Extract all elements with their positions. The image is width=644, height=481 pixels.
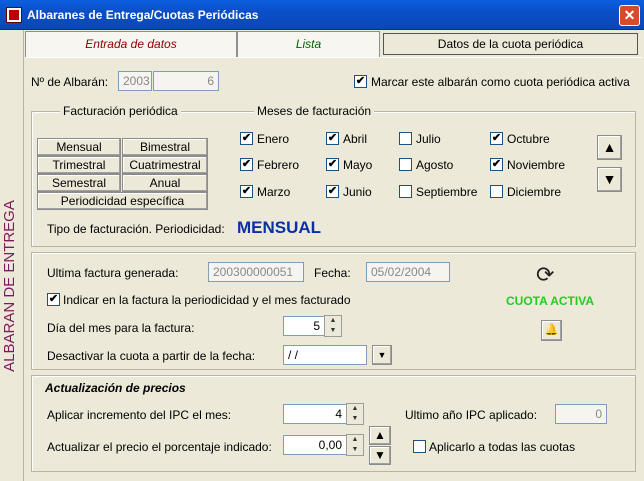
febrero-label: Febrero xyxy=(257,158,300,172)
month-down-button[interactable]: ▼ xyxy=(597,167,622,192)
ipc-spinner[interactable]: ▲ ▼ xyxy=(346,403,364,425)
date-dropdown-button[interactable]: ▼ xyxy=(372,345,392,365)
albaran-label: Nº de Albarán: xyxy=(31,75,109,89)
ultimo-ipc-field: 0 xyxy=(555,404,607,424)
anual-button[interactable]: Anual xyxy=(122,174,208,192)
close-button[interactable]: ✕ xyxy=(619,5,640,26)
enero-label: Enero xyxy=(257,132,290,146)
septiembre-label: Septiembre xyxy=(416,185,478,199)
tab-datos-cuota[interactable]: Datos de la cuota periódica xyxy=(383,33,638,55)
aplicar-todas-label: Aplicarlo a todas las cuotas xyxy=(429,440,576,454)
bimestral-button[interactable]: Bimestral xyxy=(122,138,208,156)
indicar-label: Indicar en la factura la periodicidad y … xyxy=(63,293,351,307)
trimestral-button[interactable]: Trimestral xyxy=(37,156,121,174)
porcentaje-label: Actualizar el precio el porcentaje indic… xyxy=(47,440,272,454)
window-title: Albaranes de Entrega/Cuotas Periódicas xyxy=(27,8,259,22)
tab-lista[interactable]: Lista xyxy=(237,31,380,57)
julio-checkbox[interactable] xyxy=(399,132,412,145)
noviembre-checkbox[interactable]: ✔ xyxy=(490,158,503,171)
agosto-label: Agosto xyxy=(416,158,454,172)
porcentaje-spinner[interactable]: ▲ ▼ xyxy=(346,434,364,456)
marcar-checkbox[interactable]: ✔ xyxy=(354,75,367,88)
desactivar-date-field[interactable]: / / xyxy=(283,345,367,365)
periodicidad-especifica-button[interactable]: Periodicidad específica xyxy=(37,192,208,210)
precios-legend: Actualización de precios xyxy=(45,381,186,395)
septiembre-checkbox[interactable] xyxy=(399,185,412,198)
mensual-button[interactable]: Mensual xyxy=(37,138,121,156)
app-icon xyxy=(6,7,22,23)
porcentaje-up-button[interactable]: ▲ xyxy=(369,426,391,445)
cuatrimestral-button[interactable]: Cuatrimestral xyxy=(122,156,208,174)
octubre-checkbox[interactable]: ✔ xyxy=(490,132,503,145)
junio-checkbox[interactable]: ✔ xyxy=(326,185,339,198)
julio-label: Julio xyxy=(416,132,441,146)
octubre-label: Octubre xyxy=(507,132,550,146)
fecha-field: 05/02/2004 xyxy=(366,262,450,282)
febrero-checkbox[interactable]: ✔ xyxy=(240,158,253,171)
marcar-label: Marcar este albarán como cuota periódica… xyxy=(371,75,630,89)
ipc-field[interactable]: 4 xyxy=(283,404,347,424)
diciembre-label: Diciembre xyxy=(507,185,562,199)
aplicar-todas-checkbox[interactable] xyxy=(413,440,426,453)
abril-checkbox[interactable]: ✔ xyxy=(326,132,339,145)
dia-label: Día del mes para la factura: xyxy=(47,321,195,335)
mayo-label: Mayo xyxy=(343,158,373,172)
porcentaje-field[interactable]: 0,00 xyxy=(283,435,347,455)
semestral-button[interactable]: Semestral xyxy=(37,174,121,192)
tipo-label: Tipo de facturación. Periodicidad: xyxy=(47,222,225,236)
ultima-factura-label: Ultima factura generada: xyxy=(47,266,179,280)
enero-checkbox[interactable]: ✔ xyxy=(240,132,253,145)
title-bar: Albaranes de Entrega/Cuotas Periódicas ✕ xyxy=(0,0,644,30)
diciembre-checkbox[interactable] xyxy=(490,185,503,198)
ipc-label: Aplicar incremento del IPC el mes: xyxy=(47,408,232,422)
tab-entrada-datos[interactable]: Entrada de datos xyxy=(25,31,237,57)
albaran-numero-field: 6 xyxy=(153,71,219,91)
facturacion-legend: Facturación periódica xyxy=(60,104,181,118)
refresh-icon[interactable]: ⟳ xyxy=(536,264,554,286)
desactivar-label: Desactivar la cuota a partir de la fecha… xyxy=(47,349,256,363)
cuota-activa-status: CUOTA ACTIVA xyxy=(506,294,594,308)
bell-icon[interactable]: 🔔 xyxy=(541,320,562,341)
marzo-label: Marzo xyxy=(257,185,291,199)
ultima-factura-field: 200300000051 xyxy=(208,262,304,282)
mayo-checkbox[interactable]: ✔ xyxy=(326,158,339,171)
meses-legend: Meses de facturación xyxy=(254,104,375,118)
dia-field[interactable]: 5 xyxy=(283,316,325,336)
sidebar: ALBARAN DE ENTREGA xyxy=(0,30,24,481)
ultimo-ipc-label: Ultimo año IPC aplicado: xyxy=(405,408,538,422)
tipo-value: MENSUAL xyxy=(237,218,322,237)
albaran-serie-field: 2003 xyxy=(118,71,152,91)
noviembre-label: Noviembre xyxy=(507,158,566,172)
marzo-checkbox[interactable]: ✔ xyxy=(240,185,253,198)
porcentaje-down-button[interactable]: ▼ xyxy=(369,446,391,465)
sidebar-label: ALBARAN DE ENTREGA xyxy=(1,200,18,372)
indicar-checkbox[interactable]: ✔ xyxy=(47,293,60,306)
month-up-button[interactable]: ▲ xyxy=(597,135,622,160)
fecha-label: Fecha: xyxy=(314,266,351,280)
dia-spinner[interactable]: ▲ ▼ xyxy=(324,315,342,337)
junio-label: Junio xyxy=(343,185,372,199)
abril-label: Abril xyxy=(343,132,368,146)
agosto-checkbox[interactable] xyxy=(399,158,412,171)
